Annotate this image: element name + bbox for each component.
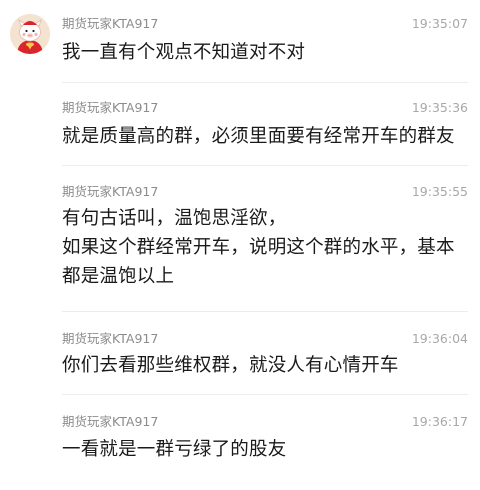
message-divider <box>62 165 468 166</box>
message-timestamp: 19:36:04 <box>411 331 468 346</box>
message-line: 我一直有个观点不知道对不对 <box>62 42 306 63</box>
message-divider <box>62 82 468 83</box>
message-meta: 期货玩家KTA917 19:36:04 <box>62 330 468 348</box>
message-text: 一看就是一群亏绿了的股友 <box>62 435 468 464</box>
message-timestamp: 19:35:36 <box>411 100 468 115</box>
chat-message[interactable]: 期货玩家KTA917 19:35:07 我一直有个观点不知道对不对 <box>0 0 480 80</box>
message-line: 都是温饱以上 <box>62 266 175 287</box>
message-text: 就是质量高的群，必须里面要有经常开车的群友 <box>62 122 468 151</box>
message-timestamp: 19:36:17 <box>411 414 468 429</box>
chat-message[interactable]: 期货玩家KTA917 19:36:17 一看就是一群亏绿了的股友 <box>0 396 480 486</box>
message-timestamp: 19:35:07 <box>411 16 468 31</box>
sender-name[interactable]: 期货玩家KTA917 <box>62 330 158 348</box>
message-text: 我一直有个观点不知道对不对 <box>62 38 468 67</box>
message-line: 你们去看那些维权群，就没人有心情开车 <box>62 355 399 376</box>
sender-name[interactable]: 期货玩家KTA917 <box>62 413 158 431</box>
chat-history: 期货玩家KTA917 19:35:07 我一直有个观点不知道对不对 期货玩家KT… <box>0 0 480 490</box>
message-meta: 期货玩家KTA917 19:36:17 <box>62 413 468 431</box>
message-divider <box>62 394 468 395</box>
message-line: 一看就是一群亏绿了的股友 <box>62 439 287 460</box>
message-divider <box>62 311 468 312</box>
sender-name[interactable]: 期货玩家KTA917 <box>62 99 158 117</box>
chat-message[interactable]: 期货玩家KTA917 19:36:04 你们去看那些维权群，就没人有心情开车 <box>0 313 480 395</box>
message-line: 就是质量高的群，必须里面要有经常开车的群友 <box>62 126 455 147</box>
avatar[interactable] <box>10 14 50 54</box>
sender-name[interactable]: 期货玩家KTA917 <box>62 183 158 201</box>
chat-message[interactable]: 期货玩家KTA917 19:35:36 就是质量高的群，必须里面要有经常开车的群… <box>0 84 480 170</box>
chat-message[interactable]: 期货玩家KTA917 19:35:55 有句古话叫，温饱思淫欲， 如果这个群经常… <box>0 167 480 317</box>
message-meta: 期货玩家KTA917 19:35:07 <box>62 15 468 33</box>
sender-name[interactable]: 期货玩家KTA917 <box>62 15 158 33</box>
message-text: 有句古话叫，温饱思淫欲， 如果这个群经常开车，说明这个群的水平，基本 都是温饱以… <box>62 204 468 291</box>
message-line: 如果这个群经常开车，说明这个群的水平，基本 <box>62 237 455 258</box>
message-timestamp: 19:35:55 <box>411 184 468 199</box>
message-text: 你们去看那些维权群，就没人有心情开车 <box>62 351 468 380</box>
message-meta: 期货玩家KTA917 19:35:36 <box>62 99 468 117</box>
message-meta: 期货玩家KTA917 19:35:55 <box>62 183 468 201</box>
pig-mascot-avatar-icon <box>10 14 50 54</box>
message-line: 有句古话叫，温饱思淫欲， <box>62 208 287 229</box>
